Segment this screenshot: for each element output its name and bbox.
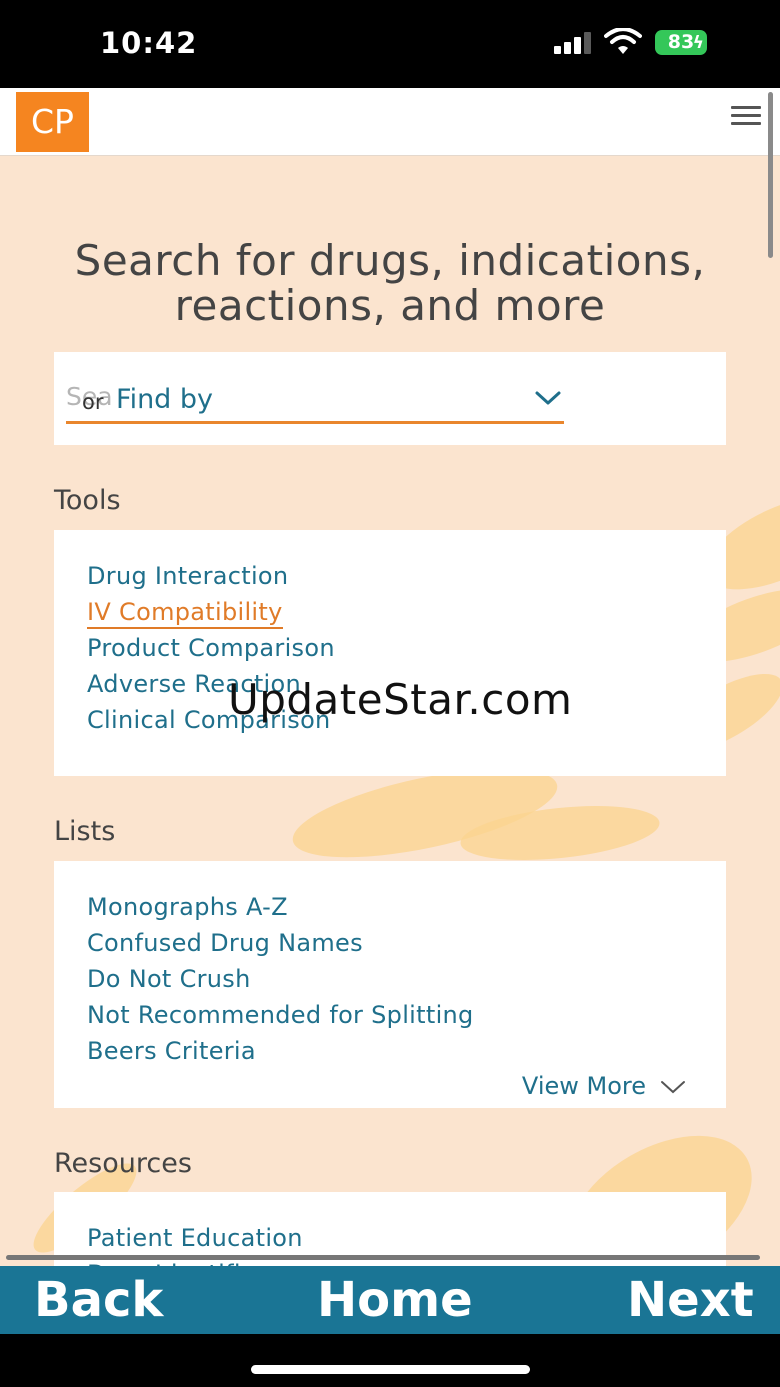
hamburger-menu-icon[interactable] [731, 106, 761, 128]
find-by-label: Find by [116, 384, 214, 415]
search-card: Sea or Find by [54, 352, 726, 445]
find-by-dropdown[interactable]: or Find by [66, 376, 564, 424]
wifi-icon [604, 28, 642, 54]
home-indicator-area [0, 1334, 780, 1387]
next-button[interactable]: Next [627, 1272, 754, 1328]
tool-product-comparison[interactable]: Product Comparison [87, 630, 726, 666]
app-content[interactable]: CP Search for drugs, indications, reacti… [0, 88, 780, 1266]
tools-section-title: Tools [54, 485, 121, 516]
home-indicator[interactable] [251, 1365, 530, 1374]
resource-patient-education[interactable]: Patient Education [87, 1220, 726, 1256]
battery-level: 83 [667, 31, 695, 53]
list-monographs-a-z[interactable]: Monographs A-Z [87, 889, 726, 925]
bottom-nav-bar: Back Home Next [0, 1266, 780, 1334]
back-button[interactable]: Back [34, 1272, 163, 1328]
cellular-signal-icon [554, 32, 594, 54]
view-more-label: View More [521, 1072, 646, 1100]
tool-iv-compatibility-label: IV Compatibility [87, 598, 283, 629]
page-heading: Search for drugs, indications, reactions… [40, 238, 740, 328]
horizontal-scrollbar[interactable] [6, 1255, 760, 1260]
or-label: or [82, 390, 104, 414]
watermark: UpdateStar.com [228, 675, 573, 724]
list-beers-criteria[interactable]: Beers Criteria [87, 1033, 726, 1069]
tool-iv-compatibility[interactable]: IV Compatibility [87, 594, 726, 630]
list-confused-drug-names[interactable]: Confused Drug Names [87, 925, 726, 961]
heading-line-2: reactions, and more [174, 281, 606, 330]
chevron-down-icon [535, 391, 561, 405]
home-button[interactable]: Home [317, 1272, 473, 1328]
lists-card: Monographs A-Z Confused Drug Names Do No… [54, 861, 726, 1108]
clock: 10:42 [100, 26, 198, 60]
charging-bolt-icon: ϟ [692, 33, 704, 53]
battery-icon: 83 ϟ [655, 30, 707, 55]
tools-card: Drug Interaction IV Compatibility Produc… [54, 530, 726, 776]
chevron-down-icon [661, 1081, 685, 1094]
status-bar: 10:42 83 ϟ [0, 0, 780, 88]
top-bar: CP [0, 88, 780, 156]
heading-line-1: Search for drugs, indications, [74, 236, 706, 285]
view-more-button[interactable]: View More [522, 1072, 686, 1100]
app-logo[interactable]: CP [16, 92, 89, 152]
lists-section-title: Lists [54, 816, 116, 847]
list-not-recommended-splitting[interactable]: Not Recommended for Splitting [87, 997, 726, 1033]
tool-drug-interaction[interactable]: Drug Interaction [87, 558, 726, 594]
resources-section-title: Resources [54, 1148, 192, 1179]
vertical-scrollbar[interactable] [768, 92, 773, 258]
list-do-not-crush[interactable]: Do Not Crush [87, 961, 726, 997]
